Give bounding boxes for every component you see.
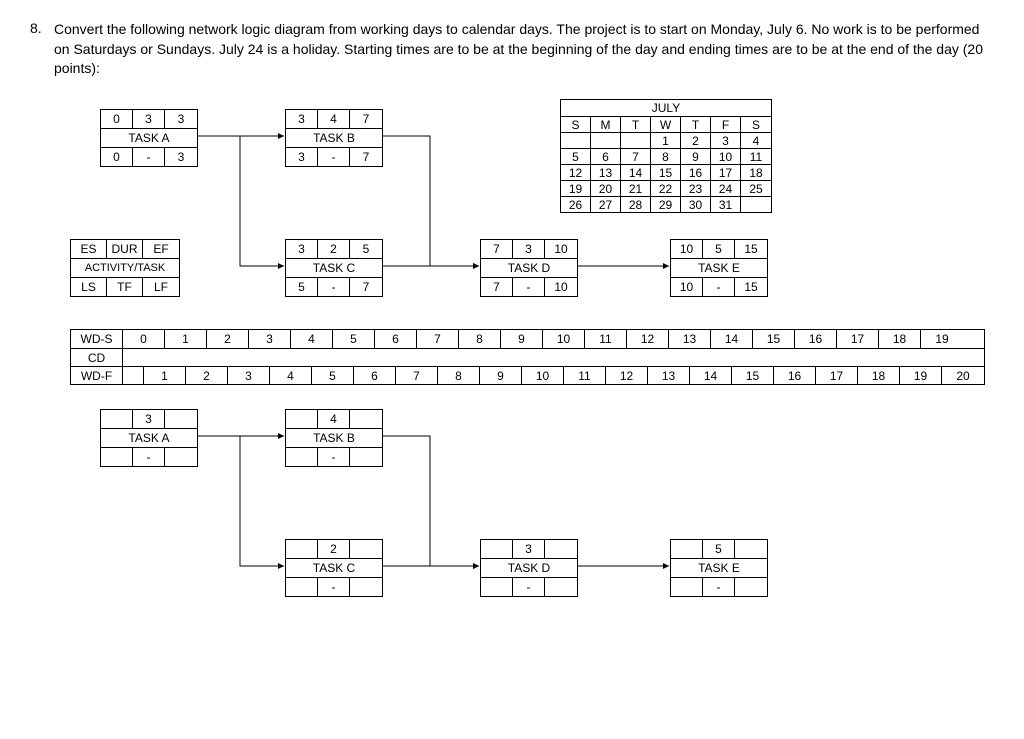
task-d-wd: 7 3 10 TASK D 7 - 10 [480,239,578,297]
task-a-wd: 0 3 3 TASK A 0 - 3 [100,109,198,167]
july-calendar: JULY SMTWTFS 123456789101112131415161718… [560,99,772,213]
task-b-cd: 4 TASK B - [285,409,383,467]
diagram-area: 0 3 3 TASK A 0 - 3 3 4 7 TASK B 3 - 7 ES… [30,99,994,719]
task-c-cd: 2 TASK C - [285,539,383,597]
question-number: 8. [30,20,54,79]
task-b-wd: 3 4 7 TASK B 3 - 7 [285,109,383,167]
question-text: Convert the following network logic diag… [54,20,994,79]
task-a-cd: 3 TASK A - [100,409,198,467]
legend-box: ES DUR EF ACTIVITY/TASK LS TF LF [70,239,180,297]
task-e-wd: 10 5 15 TASK E 10 - 15 [670,239,768,297]
wd-cd-strip: WD-S012345678910111213141516171819 CD WD… [70,329,985,385]
task-e-cd: 5 TASK E - [670,539,768,597]
task-d-cd: 3 TASK D - [480,539,578,597]
task-c-wd: 3 2 5 TASK C 5 - 7 [285,239,383,297]
